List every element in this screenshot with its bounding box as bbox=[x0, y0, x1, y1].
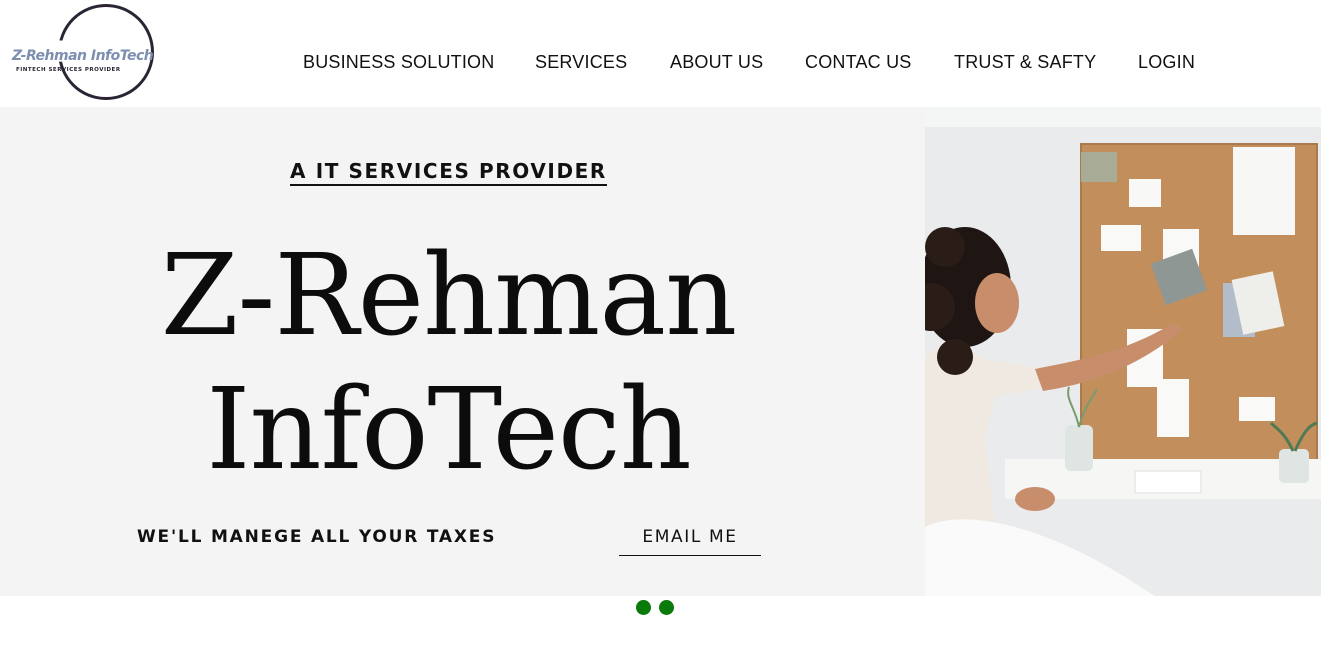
woman-pinning-notes-illustration bbox=[925, 107, 1321, 596]
hero-photo bbox=[925, 107, 1321, 596]
hero-headline: Z-Rehman InfoTech bbox=[0, 229, 897, 497]
email-me-button[interactable]: EMAIL ME bbox=[619, 523, 761, 556]
hero-kicker-text: A IT SERVICES PROVIDER bbox=[290, 159, 607, 186]
nav-contact-us[interactable]: CONTAC US bbox=[805, 52, 911, 73]
carousel-dot-1[interactable] bbox=[636, 600, 651, 615]
hero-kicker: A IT SERVICES PROVIDER bbox=[0, 159, 897, 186]
logo-subtitle: FINTECH SERVICES PROVIDER bbox=[16, 67, 121, 73]
hero-banner: A IT SERVICES PROVIDER Z-Rehman InfoTech… bbox=[0, 107, 925, 596]
brand-logo[interactable]: Z-Rehman InfoTech FINTECH SERVICES PROVI… bbox=[6, 4, 156, 102]
hero-tagline: WE'LL MANEGE ALL YOUR TAXES bbox=[137, 527, 497, 547]
nav-trust-safety[interactable]: TRUST & SAFTY bbox=[954, 52, 1096, 73]
logo-title: Z-Rehman InfoTech bbox=[12, 48, 154, 64]
nav-services[interactable]: SERVICES bbox=[535, 52, 627, 73]
site-header: Z-Rehman InfoTech FINTECH SERVICES PROVI… bbox=[0, 0, 1326, 107]
hero-headline-line2: InfoTech bbox=[206, 365, 691, 495]
hero-headline-line1: Z-Rehman bbox=[160, 231, 738, 361]
nav-about-us[interactable]: ABOUT US bbox=[670, 52, 763, 73]
carousel-dot-2[interactable] bbox=[659, 600, 674, 615]
nav-login[interactable]: LOGIN bbox=[1138, 52, 1195, 73]
nav-business-solution[interactable]: BUSINESS SOLUTION bbox=[303, 52, 494, 73]
